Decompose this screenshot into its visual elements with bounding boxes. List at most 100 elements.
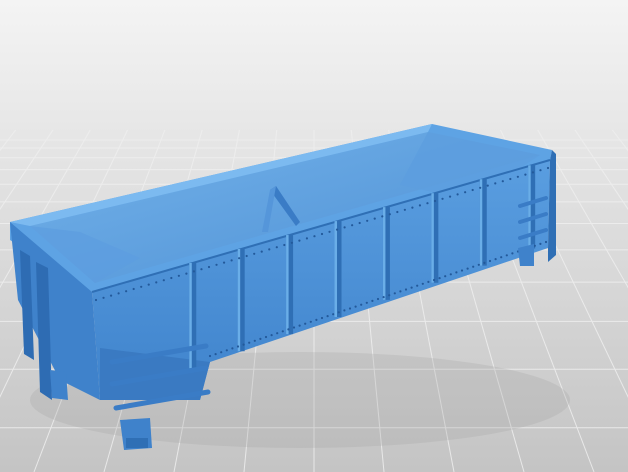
rivet [192,270,196,273]
rivet [236,345,240,348]
rivet [351,224,354,227]
side-stake-highlight [334,221,338,317]
rivet [270,334,273,337]
rivet [444,275,447,278]
rivet [354,305,357,308]
rivet [287,328,290,331]
rivet [360,303,363,306]
rivet [416,284,419,287]
rivet [283,243,286,247]
rivet [155,281,158,284]
rivet [109,294,113,297]
rivet [298,324,301,327]
rivet [472,265,475,268]
rivet [471,188,474,192]
side-stake-highlight [479,179,483,266]
rivet [343,309,346,312]
side-stake-highlight [189,262,192,369]
rivet [433,199,437,203]
rivet [524,173,527,176]
rivet [215,263,218,266]
rivet [388,213,391,216]
side-stake-highlight [431,193,434,283]
rivet [245,254,248,258]
side-stake-highlight [382,207,386,300]
rivet [483,261,486,264]
rivet [511,252,514,255]
rivet [177,274,180,277]
rivet [328,230,331,233]
rivet [449,273,452,276]
rivet [358,221,361,225]
rivet [371,299,374,302]
rivet [125,290,128,293]
rivet [275,246,278,249]
rivet [260,250,263,253]
rivet [376,297,380,301]
rivet [381,215,384,218]
rivet [102,296,105,299]
rivet [242,343,245,346]
rivet [460,269,464,272]
rivet [147,283,150,286]
rivet [207,265,211,269]
rivet [214,353,217,356]
rivet [132,287,135,291]
rivet [313,235,316,238]
rivet [337,311,340,314]
side-stake-highlight [286,235,289,335]
rivet [404,288,408,291]
rivet [253,252,256,255]
rivet [516,175,519,178]
rivet [230,259,233,262]
rivet [533,244,536,247]
rivet [185,272,188,275]
rivet [348,307,352,310]
rivet [432,278,436,282]
side-stake-highlight [237,249,241,352]
rivet [292,326,296,329]
truck-foot-rear [50,370,68,400]
rivet [494,258,497,261]
rivet [438,277,441,280]
rivet [477,263,480,266]
rivet [505,254,508,257]
rivet [208,354,212,358]
rivet [117,292,120,295]
rivet [220,351,223,354]
rivet [231,347,234,350]
rivet [501,180,504,183]
rivet [343,226,346,229]
rivet [162,279,165,282]
rivet [248,341,251,344]
rivet [320,316,324,320]
rivet [466,267,469,270]
rivet [479,186,482,189]
rivet [222,261,226,264]
rivet [539,169,542,172]
rivet [259,337,262,340]
rivet [546,166,550,170]
rivet [399,290,402,293]
rivet [309,320,312,323]
rivet [320,232,324,236]
rivet [225,349,228,352]
rivet [488,259,492,263]
rivet [531,171,535,174]
rivet [332,313,335,316]
rivet [335,228,339,231]
rivet [365,301,368,304]
rivet [410,286,413,289]
rivet [276,332,279,335]
rivet [539,242,542,245]
viewport [0,0,628,472]
rivet [441,197,444,200]
rivet [396,210,399,214]
rivet [373,217,376,220]
rivet [238,257,241,260]
rivet [170,276,173,280]
rivet [393,292,396,295]
rivet [305,237,309,240]
rivet [411,206,414,209]
rivet [298,239,301,242]
